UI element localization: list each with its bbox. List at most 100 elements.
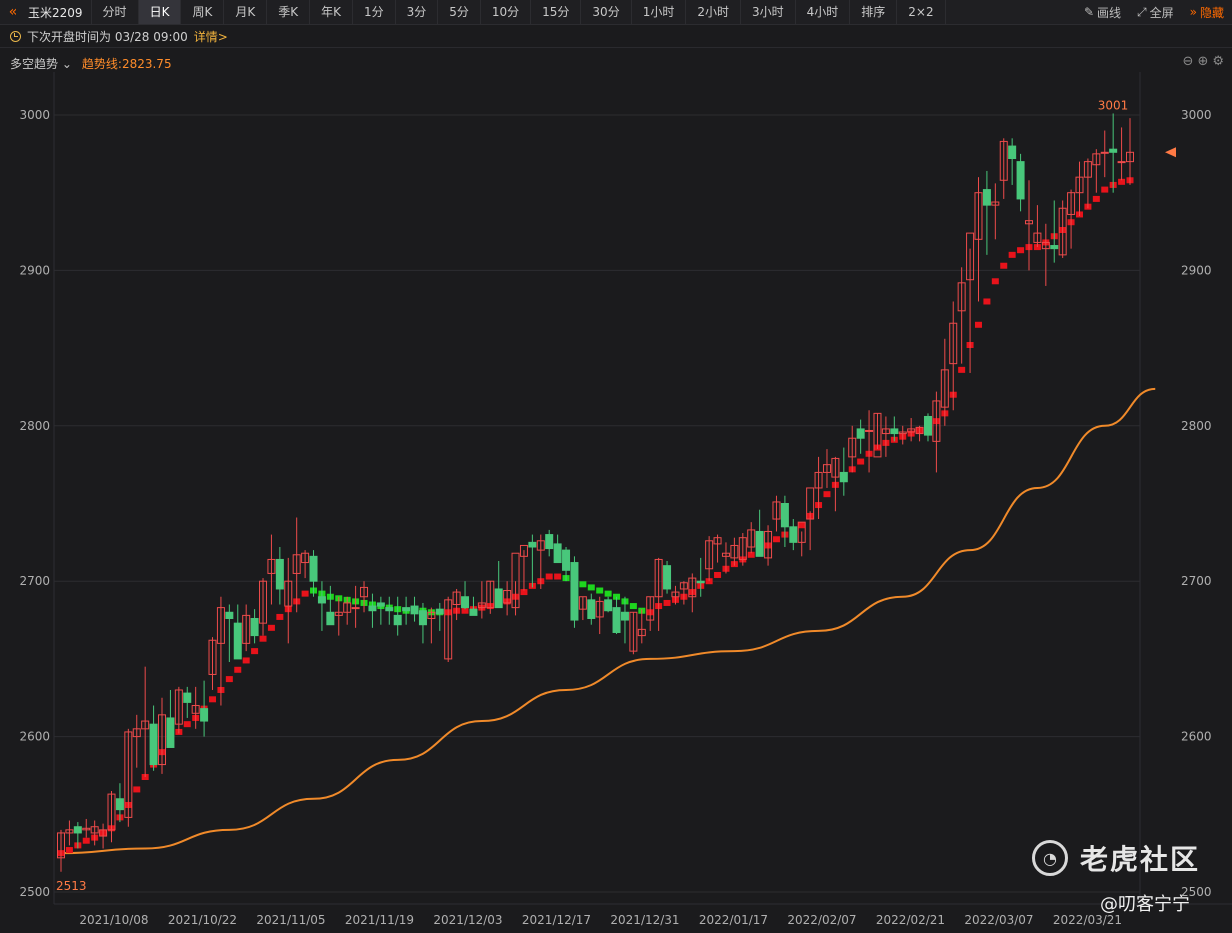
pencil-icon: ✎ xyxy=(1083,5,1094,19)
y-tick-label-right: 2600 xyxy=(1181,730,1212,744)
candle-body xyxy=(393,614,402,626)
zoom-controls: ⊖ ⊕ ⚙ xyxy=(1183,54,1224,69)
settings-icon[interactable]: ⚙ xyxy=(1212,54,1224,69)
tab-3hour[interactable]: 3小时 xyxy=(741,0,796,24)
tab-30min[interactable]: 30分 xyxy=(581,0,632,24)
candle-body xyxy=(604,599,613,612)
trend-block xyxy=(242,657,250,664)
candle-body xyxy=(115,798,124,811)
tab-sort[interactable]: 排序 xyxy=(850,0,898,24)
trend-block xyxy=(596,587,604,594)
trend-block xyxy=(1008,251,1016,258)
candle-body xyxy=(780,503,789,528)
x-tick-label: 2021/12/03 xyxy=(433,913,502,927)
trend-block xyxy=(251,648,259,655)
trend-block xyxy=(958,366,966,373)
trend-block xyxy=(579,581,587,588)
tab-1hour[interactable]: 1小时 xyxy=(632,0,687,24)
draw-button[interactable]: ✎ 画线 xyxy=(1076,4,1129,21)
candle-body xyxy=(317,596,326,604)
candle-body xyxy=(469,608,478,616)
y-tick-label-right: 2800 xyxy=(1181,419,1212,433)
fullscreen-button[interactable]: ⤢ 全屏 xyxy=(1129,4,1182,21)
candlestick-chart[interactable]: 2500 25002600 26002700 27002800 28002900 2900… xyxy=(0,72,1232,933)
back-icon[interactable]: « xyxy=(0,4,26,20)
x-tick-label: 2022/02/07 xyxy=(787,913,856,927)
tab-4hour[interactable]: 4小时 xyxy=(796,0,851,24)
watermark: ◔ 老虎社区 xyxy=(1032,838,1200,878)
trend-block xyxy=(604,590,612,597)
tab-layout[interactable]: 2×2 xyxy=(897,0,946,24)
candle-body xyxy=(612,607,621,633)
candle-body xyxy=(410,605,419,615)
candle-body xyxy=(562,549,571,571)
indicator-select[interactable]: 多空趋势 ⌄ xyxy=(10,55,72,72)
indicator-bar: 多空趋势 ⌄ 趋势线:2823.75 xyxy=(0,54,1232,72)
tab-10min[interactable]: 10分 xyxy=(481,0,532,24)
candle-body xyxy=(528,541,537,548)
candle-body xyxy=(435,608,444,615)
tab-15min[interactable]: 15分 xyxy=(531,0,582,24)
watermark-text: 老虎社区 xyxy=(1080,843,1201,876)
y-tick-label-right: 2700 xyxy=(1181,574,1212,588)
trend-line-value: 趋势线:2823.75 xyxy=(81,56,172,71)
candle-body xyxy=(587,599,596,619)
detail-link[interactable]: 详情> xyxy=(194,28,228,45)
tab-weekly[interactable]: 周K xyxy=(181,0,225,24)
tab-yearly[interactable]: 年K xyxy=(310,0,353,24)
candle-body xyxy=(461,596,470,609)
candle-body xyxy=(494,588,503,609)
candle-body xyxy=(376,602,385,607)
trend-block xyxy=(82,837,90,844)
tab-monthly[interactable]: 月K xyxy=(224,0,268,24)
y-tick-label-right: 3000 xyxy=(1181,108,1212,122)
candle-body xyxy=(696,580,705,584)
trend-block xyxy=(1101,186,1109,193)
last-price-marker[interactable] xyxy=(1165,147,1176,158)
candle-body xyxy=(1008,145,1017,160)
candle-body xyxy=(1109,148,1118,153)
x-tick-label: 2021/10/08 xyxy=(79,913,148,927)
symbol-name[interactable]: 玉米2209 xyxy=(26,4,91,21)
candle-body xyxy=(166,717,175,748)
candle-body xyxy=(225,611,234,619)
tab-5min[interactable]: 5分 xyxy=(438,0,481,24)
y-tick-label-left: 2800 xyxy=(19,419,50,433)
tab-daily[interactable]: 日K xyxy=(138,0,182,24)
x-tick-label: 2022/02/21 xyxy=(876,913,945,927)
x-tick-label: 2022/03/07 xyxy=(964,913,1033,927)
candle-body xyxy=(570,562,579,621)
candle-body xyxy=(200,708,209,722)
trend-block xyxy=(714,571,722,578)
x-tick-label: 2022/01/17 xyxy=(699,913,768,927)
y-tick-label-left: 2500 xyxy=(19,885,50,899)
hide-button[interactable]: » 隐藏 xyxy=(1182,4,1232,21)
candle-body xyxy=(755,530,764,557)
candle-body xyxy=(326,611,335,626)
max-price-label: 3001 xyxy=(1098,98,1129,112)
next-open-bar: 下次开盘时间为 03/28 09:00 详情> xyxy=(0,25,1232,48)
x-tick-label: 2021/10/22 xyxy=(168,913,237,927)
zoom-out-icon[interactable]: ⊖ xyxy=(1183,54,1194,69)
x-tick-label: 2021/11/05 xyxy=(256,913,325,927)
trend-block xyxy=(974,321,982,328)
candle-body xyxy=(865,429,874,432)
x-tick-label: 2021/11/19 xyxy=(345,913,414,927)
tab-1min[interactable]: 1分 xyxy=(353,0,396,24)
candle-body xyxy=(1016,161,1025,200)
tab-timeshare[interactable]: 分时 xyxy=(92,0,139,24)
trend-block xyxy=(857,458,865,465)
zoom-in-icon[interactable]: ⊕ xyxy=(1197,54,1208,69)
min-price-label: 2513 xyxy=(56,879,87,893)
y-tick-label-left: 2700 xyxy=(19,574,50,588)
trend-block xyxy=(798,522,806,529)
tab-quarterly[interactable]: 季K xyxy=(267,0,311,24)
candle-body xyxy=(839,471,848,483)
tab-3min[interactable]: 3分 xyxy=(396,0,439,24)
tab-2hour[interactable]: 2小时 xyxy=(686,0,741,24)
candle-body xyxy=(402,607,411,612)
candle-body xyxy=(620,611,629,621)
trend-block xyxy=(267,624,275,631)
candle-body xyxy=(418,610,427,626)
trend-block xyxy=(983,298,991,305)
